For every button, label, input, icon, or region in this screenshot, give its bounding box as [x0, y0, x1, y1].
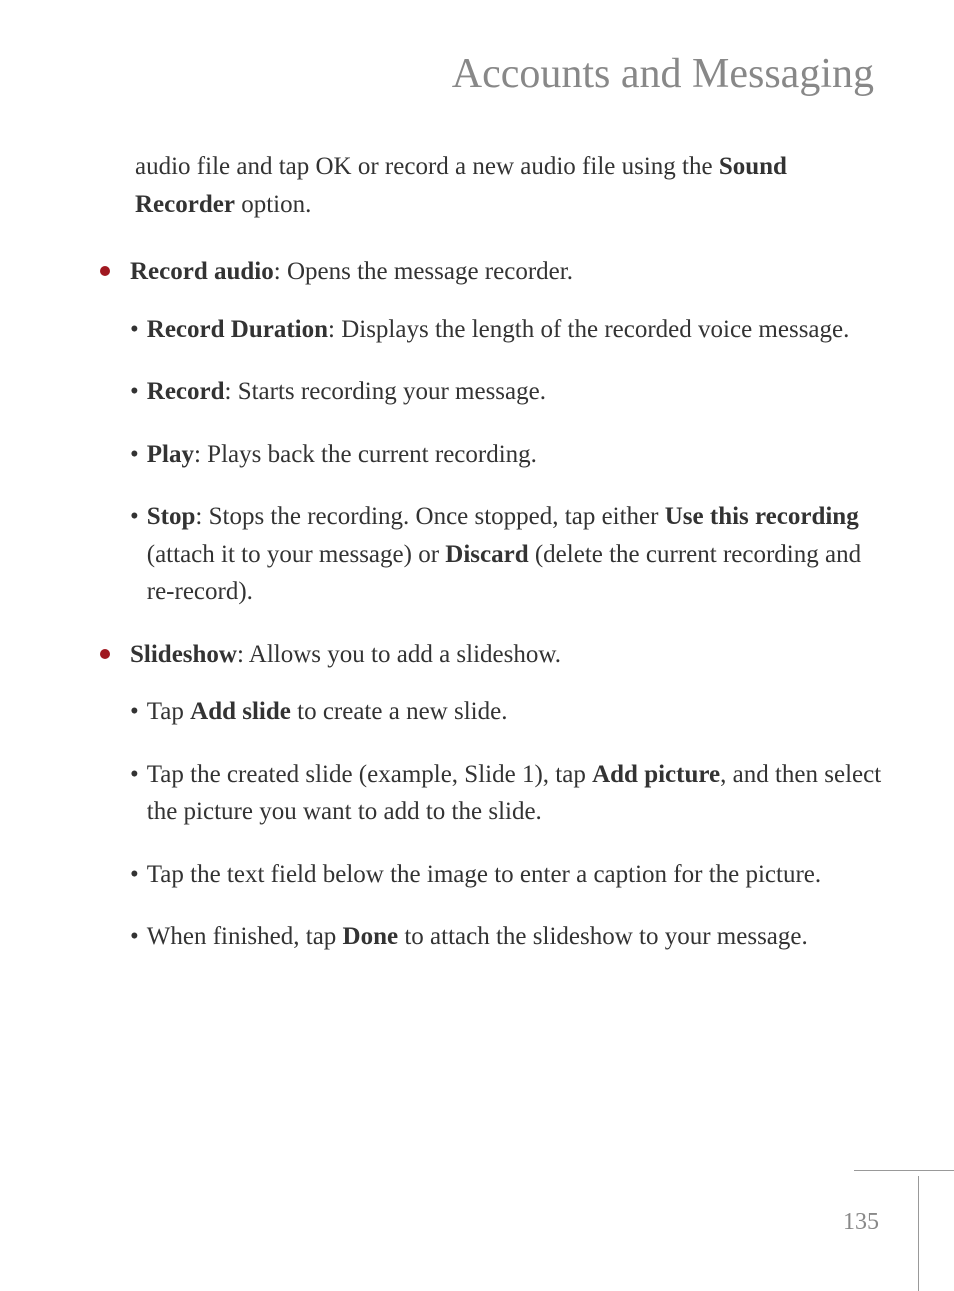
- sub-item-add-slide: • Tap Add slide to create a new slide.: [130, 693, 884, 731]
- sub-bullet-icon: •: [130, 856, 139, 894]
- bullet-icon: [100, 649, 110, 659]
- sub-bullet-icon: •: [130, 436, 139, 474]
- sub-bullet-icon: •: [130, 311, 139, 349]
- add-slide-bold: Add slide: [190, 698, 291, 725]
- stop-bold-1: Use this recording: [665, 503, 859, 530]
- sub-item-text: Tap the created slide (example, Slide 1)…: [147, 756, 884, 831]
- slideshow-desc: : Allows you to add a slideshow.: [237, 641, 561, 668]
- add-picture-bold: Add picture: [592, 761, 720, 788]
- sub-item-text: Record Duration: Displays the length of …: [147, 311, 850, 349]
- done-text-2: to attach the slideshow to your message.: [398, 923, 808, 950]
- sub-bullet-icon: •: [130, 498, 139, 536]
- stop-desc-2: (attach it to your message) or: [147, 541, 446, 568]
- sub-item-record-duration: • Record Duration: Displays the length o…: [130, 311, 884, 349]
- page-title: Accounts and Messaging: [100, 50, 884, 98]
- add-slide-text-2: to create a new slide.: [291, 698, 508, 725]
- play-label: Play: [147, 441, 194, 468]
- sub-item-text: Tap the text field below the image to en…: [147, 856, 821, 894]
- main-item-text: Record audio: Opens the message recorder…: [130, 253, 573, 291]
- sub-bullet-icon: •: [130, 918, 139, 956]
- record-duration-label: Record Duration: [147, 316, 328, 343]
- record-label: Record: [147, 378, 225, 405]
- sub-item-text: When finished, tap Done to attach the sl…: [147, 918, 808, 956]
- corner-line-horizontal: [854, 1170, 954, 1171]
- main-item-record-audio: Record audio: Opens the message recorder…: [100, 253, 884, 291]
- page-number: 135: [843, 1209, 879, 1236]
- corner-line-vertical: [918, 1176, 919, 1291]
- sub-item-record: • Record: Starts recording your message.: [130, 373, 884, 411]
- intro-text-1: audio file and tap OK or record a new au…: [135, 153, 719, 180]
- record-audio-label: Record audio: [130, 258, 274, 285]
- record-audio-desc: : Opens the message recorder.: [274, 258, 573, 285]
- main-item-slideshow: Slideshow: Allows you to add a slideshow…: [100, 636, 884, 674]
- sub-bullet-icon: •: [130, 756, 139, 794]
- sub-item-done: • When finished, tap Done to attach the …: [130, 918, 884, 956]
- sub-item-text: Tap Add slide to create a new slide.: [147, 693, 508, 731]
- sub-item-stop: • Stop: Stops the recording. Once stoppe…: [130, 498, 884, 611]
- sub-bullet-icon: •: [130, 373, 139, 411]
- sub-bullet-icon: •: [130, 693, 139, 731]
- stop-bold-2: Discard: [445, 541, 528, 568]
- sub-item-play: • Play: Plays back the current recording…: [130, 436, 884, 474]
- sub-item-add-picture: • Tap the created slide (example, Slide …: [130, 756, 884, 831]
- sub-item-caption: • Tap the text field below the image to …: [130, 856, 884, 894]
- intro-paragraph: audio file and tap OK or record a new au…: [135, 148, 884, 223]
- sub-item-text: Stop: Stops the recording. Once stopped,…: [147, 498, 884, 611]
- sub-item-text: Record: Starts recording your message.: [147, 373, 546, 411]
- bullet-icon: [100, 266, 110, 276]
- record-duration-desc: : Displays the length of the recorded vo…: [328, 316, 849, 343]
- done-text-1: When finished, tap: [147, 923, 343, 950]
- add-picture-text-1: Tap the created slide (example, Slide 1)…: [147, 761, 592, 788]
- record-desc: : Starts recording your message.: [225, 378, 546, 405]
- main-item-text: Slideshow: Allows you to add a slideshow…: [130, 636, 561, 674]
- caption-text: Tap the text field below the image to en…: [147, 861, 821, 888]
- intro-text-2: option.: [235, 191, 311, 218]
- sub-item-text: Play: Plays back the current recording.: [147, 436, 537, 474]
- done-bold: Done: [343, 923, 399, 950]
- stop-desc-1: : Stops the recording. Once stopped, tap…: [195, 503, 664, 530]
- slideshow-label: Slideshow: [130, 641, 237, 668]
- add-slide-text-1: Tap: [147, 698, 190, 725]
- stop-label: Stop: [147, 503, 196, 530]
- play-desc: : Plays back the current recording.: [194, 441, 537, 468]
